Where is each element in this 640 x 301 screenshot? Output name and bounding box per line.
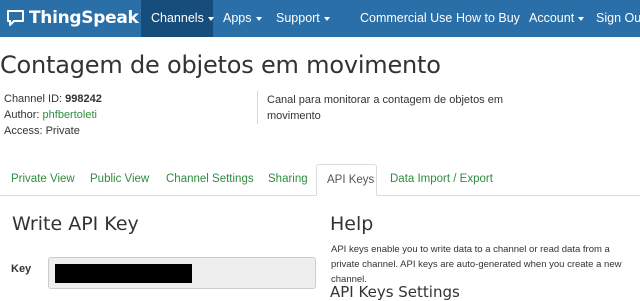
tab-api-keys[interactable]: API Keys bbox=[316, 164, 377, 196]
help-heading: Help bbox=[330, 213, 374, 235]
write-api-key-heading: Write API Key bbox=[12, 213, 139, 235]
author-label: Author: bbox=[4, 109, 40, 121]
page-title: Contagem de objetos em movimento bbox=[0, 51, 441, 79]
tab-private-view[interactable]: Private View bbox=[1, 164, 85, 195]
nav-how-to-buy[interactable]: How to Buy bbox=[446, 0, 530, 37]
author-link[interactable]: phfbertoleti bbox=[43, 109, 97, 121]
nav-support[interactable]: Support bbox=[266, 0, 340, 37]
author-row: Author: phfbertoleti bbox=[4, 109, 97, 121]
tab-channel-settings[interactable]: Channel Settings bbox=[156, 164, 264, 195]
nav-how-to-buy-label: How to Buy bbox=[456, 11, 520, 25]
channel-id-value: 998242 bbox=[65, 93, 102, 105]
access-label: Access: bbox=[4, 125, 43, 137]
channel-id-row: Channel ID: 998242 bbox=[4, 93, 102, 105]
access-value: Private bbox=[45, 125, 80, 137]
nav-channels[interactable]: Channels bbox=[141, 0, 214, 37]
nav-sign-out-label: Sign Out bbox=[596, 11, 640, 25]
thingspeak-logo-icon bbox=[7, 9, 24, 26]
nav-apps[interactable]: Apps bbox=[213, 0, 272, 37]
channel-description: Canal para monitorar a contagem de objet… bbox=[267, 94, 504, 122]
chevron-down-icon bbox=[323, 16, 330, 21]
help-text: API keys enable you to write data to a c… bbox=[331, 244, 622, 285]
tab-public-view[interactable]: Public View bbox=[80, 164, 159, 195]
api-keys-settings-heading: API Keys Settings bbox=[330, 283, 460, 301]
nav-apps-label: Apps bbox=[223, 11, 252, 25]
redacted-key-value bbox=[55, 264, 192, 283]
brand-name: ThingSpeak bbox=[29, 8, 139, 28]
nav-support-label: Support bbox=[276, 11, 320, 25]
top-navbar: ThingSpeak ™ Channels Apps Support Comme… bbox=[0, 0, 640, 37]
chevron-down-icon bbox=[255, 16, 262, 21]
nav-sign-out[interactable]: Sign Out bbox=[586, 0, 640, 37]
tab-data-import-export[interactable]: Data Import / Export bbox=[380, 164, 503, 195]
nav-account-label: Account bbox=[529, 11, 575, 25]
nav-account[interactable]: Account bbox=[519, 0, 594, 37]
key-label: Key bbox=[11, 263, 32, 275]
access-row: Access: Private bbox=[4, 125, 80, 137]
nav-channels-label: Channels bbox=[151, 11, 204, 25]
tab-sharing[interactable]: Sharing bbox=[258, 164, 318, 195]
header-divider bbox=[257, 91, 258, 124]
channel-id-label: Channel ID: bbox=[4, 93, 63, 105]
chevron-down-icon bbox=[578, 16, 585, 21]
nav-commercial-use-label: Commercial Use bbox=[360, 11, 453, 25]
brand-logo[interactable]: ThingSpeak ™ bbox=[6, 7, 147, 29]
